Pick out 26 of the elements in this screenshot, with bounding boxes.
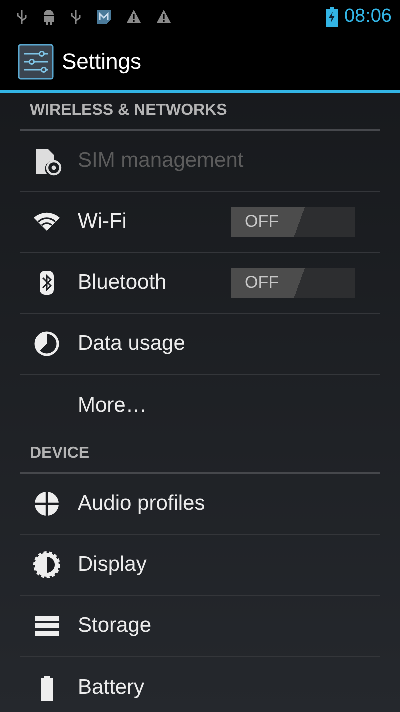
usb-icon <box>16 8 28 24</box>
section-header: DEVICE <box>30 445 90 463</box>
setting-label[interactable]: Data usage <box>78 332 380 356</box>
android-robot-icon <box>42 8 56 24</box>
pie-chart-icon <box>32 329 62 359</box>
charging-battery-icon <box>326 6 338 26</box>
toggle-switch[interactable]: OFF <box>231 207 355 237</box>
setting-label[interactable]: Bluetooth <box>78 271 231 295</box>
screen-title: Settings <box>62 48 142 74</box>
setting-label[interactable]: Wi-Fi <box>78 210 231 234</box>
settings-sliders-icon[interactable] <box>18 44 54 80</box>
setting-label[interactable]: Display <box>78 553 380 577</box>
warning-icon <box>126 9 142 24</box>
warning-icon <box>156 9 172 24</box>
setting-label[interactable]: Audio profiles <box>78 492 380 516</box>
usb-icon <box>70 8 82 24</box>
clock-time: 08:06 <box>344 6 392 28</box>
setting-label[interactable]: Battery <box>78 676 380 700</box>
setting-label[interactable]: Storage <box>78 614 380 638</box>
app-icon <box>96 8 112 24</box>
section-header: WIRELESS & NETWORKS <box>30 102 228 120</box>
circle-cross-icon <box>32 489 62 519</box>
setting-label: SIM management <box>78 149 245 173</box>
brightness-icon <box>32 550 62 580</box>
setting-label[interactable]: More… <box>78 394 380 418</box>
toggle-switch[interactable]: OFF <box>231 268 355 298</box>
